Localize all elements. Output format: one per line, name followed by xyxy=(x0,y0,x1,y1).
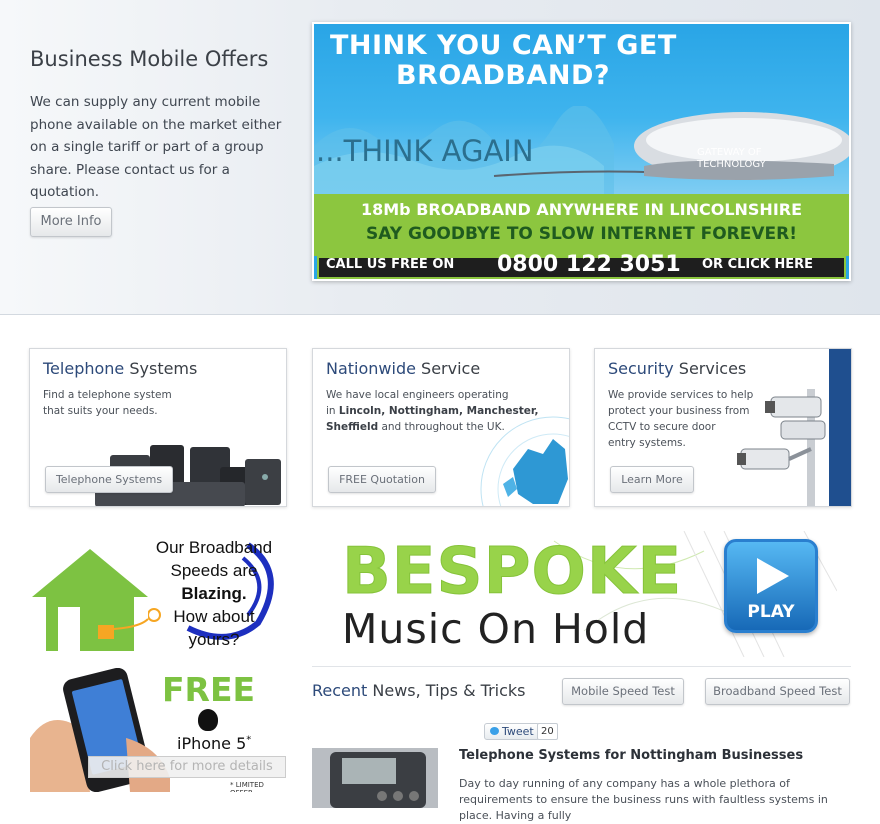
hero-section: Business Mobile Offers We can supply any… xyxy=(0,0,880,315)
article-thumbnail[interactable] xyxy=(312,748,438,808)
banner-phone-number[interactable]: 0800 122 3051 xyxy=(497,252,681,277)
hero-title: Business Mobile Offers xyxy=(30,47,269,71)
banner-headline-2: BROADBAND? xyxy=(396,60,611,91)
tweet-count: 20 xyxy=(537,723,558,740)
service-text-part: in xyxy=(326,405,339,417)
banner-green-line-1: 18Mb BROADBAND ANYWHERE IN LINCOLNSHIRE xyxy=(360,200,803,219)
broadband-speed-promo[interactable]: Our Broadband Speeds are Blazing. How ab… xyxy=(30,533,286,653)
iphone-model-label: iPhone 5* xyxy=(177,734,251,753)
iphone-model-star: * xyxy=(246,734,252,746)
service-text-city: Sheffield xyxy=(326,421,379,433)
service-title-highlight: Telephone xyxy=(43,359,125,378)
service-title-highlight: Security xyxy=(608,359,674,378)
cctv-cameras-image xyxy=(737,349,851,506)
iphone-model-text: iPhone 5 xyxy=(177,734,247,753)
banner-headline-1: THINK YOU CAN’T GET xyxy=(330,30,677,61)
gateway-line-1: GATEWAY OF xyxy=(697,147,762,158)
mobile-speed-test-button[interactable]: Mobile Speed Test xyxy=(562,678,684,705)
service-title: Nationwide Service xyxy=(326,359,480,378)
service-text-line: that suits your needs. xyxy=(43,405,158,417)
broadband-banner[interactable]: THINK YOU CAN’T GET BROADBAND? ...THINK … xyxy=(312,22,851,281)
learn-more-button[interactable]: Learn More xyxy=(610,466,694,493)
news-heading: Recent News, Tips & Tricks xyxy=(312,681,526,700)
promo-text-line-bold: Blazing. xyxy=(181,584,247,603)
article-excerpt: Day to day running of any company has a … xyxy=(459,777,828,822)
apple-logo-icon xyxy=(198,709,218,731)
limited-offer-label: * LIMITED OFFER xyxy=(230,781,264,792)
play-icon xyxy=(757,558,789,594)
gateway-line-2: TECHNOLOGY xyxy=(697,159,766,170)
tweet-label: Tweet xyxy=(502,725,534,738)
desk-phone-image xyxy=(312,748,438,808)
service-title: Security Services xyxy=(608,359,746,378)
service-title: Telephone Systems xyxy=(43,359,197,378)
promo-text-line: yours? xyxy=(188,630,240,649)
broadband-speed-test-button[interactable]: Broadband Speed Test xyxy=(705,678,850,705)
service-text-line: protect your business from xyxy=(608,405,750,417)
service-description: Find a telephone system that suits your … xyxy=(43,387,172,419)
banner-click-here[interactable]: OR CLICK HERE xyxy=(702,257,813,272)
service-text-line: We have local engineers operating xyxy=(326,389,509,401)
broadband-promo-text: Our Broadband Speeds are Blazing. How ab… xyxy=(142,536,286,651)
iphone-cta-text: Click here for more details xyxy=(101,759,273,774)
service-box-nationwide[interactable]: Nationwide Service We have local enginee… xyxy=(312,348,570,507)
service-title-rest: Services xyxy=(673,359,747,378)
telephone-systems-button[interactable]: Telephone Systems xyxy=(45,466,173,493)
twitter-bird-icon xyxy=(490,727,499,735)
play-label: PLAY xyxy=(747,602,795,622)
promo-text-line: Our Broadband xyxy=(155,538,273,557)
free-iphone-promo[interactable]: FREE iPhone 5* Click here for more detai… xyxy=(30,668,286,792)
service-title-highlight: Nationwide xyxy=(326,359,416,378)
bespoke-heading: BESPOKE xyxy=(341,535,683,610)
news-heading-highlight: Recent xyxy=(312,681,368,700)
article-title[interactable]: Telephone Systems for Nottingham Busines… xyxy=(459,748,803,763)
more-info-button[interactable]: More Info xyxy=(30,207,112,237)
promo-text-line: How about xyxy=(173,607,255,626)
tweet-button[interactable]: Tweet xyxy=(484,723,540,740)
banner-call-text: CALL US FREE ON xyxy=(326,257,455,272)
section-divider xyxy=(312,666,851,667)
service-box-telephone[interactable]: Telephone Systems Find a telephone syste… xyxy=(29,348,287,507)
service-description: We provide services to help protect your… xyxy=(608,387,753,451)
banner-gateway-logo: GATEWAY OF TECHNOLOGY xyxy=(697,147,766,171)
banner-think-again: ...THINK AGAIN xyxy=(316,134,534,168)
service-text-line: CCTV to secure door xyxy=(608,421,716,433)
news-heading-rest: News, Tips & Tricks xyxy=(367,681,526,700)
service-text-line: entry systems. xyxy=(608,437,686,449)
service-text-line: We provide services to help xyxy=(608,389,754,401)
uk-globe-image xyxy=(480,416,569,506)
free-label: FREE xyxy=(162,670,256,709)
service-title-rest: Systems xyxy=(124,359,198,378)
service-text-line: Find a telephone system xyxy=(43,389,172,401)
service-title-rest: Service xyxy=(415,359,481,378)
banner-green-line-2: SAY GOODBYE TO SLOW INTERNET FOREVER! xyxy=(366,224,797,244)
play-button[interactable]: PLAY xyxy=(724,539,818,633)
music-on-hold-promo[interactable]: BESPOKE Music On Hold PLAY xyxy=(324,531,837,657)
hero-description: We can supply any current mobile phone a… xyxy=(30,94,282,200)
house-icon xyxy=(32,549,149,651)
music-on-hold-heading: Music On Hold xyxy=(342,605,650,653)
promo-text-line: Speeds are xyxy=(170,561,258,580)
iphone-cta-bar[interactable]: Click here for more details xyxy=(88,756,286,778)
free-quotation-button[interactable]: FREE Quotation xyxy=(328,466,436,493)
service-box-security[interactable]: Security Services We provide services to… xyxy=(594,348,852,507)
